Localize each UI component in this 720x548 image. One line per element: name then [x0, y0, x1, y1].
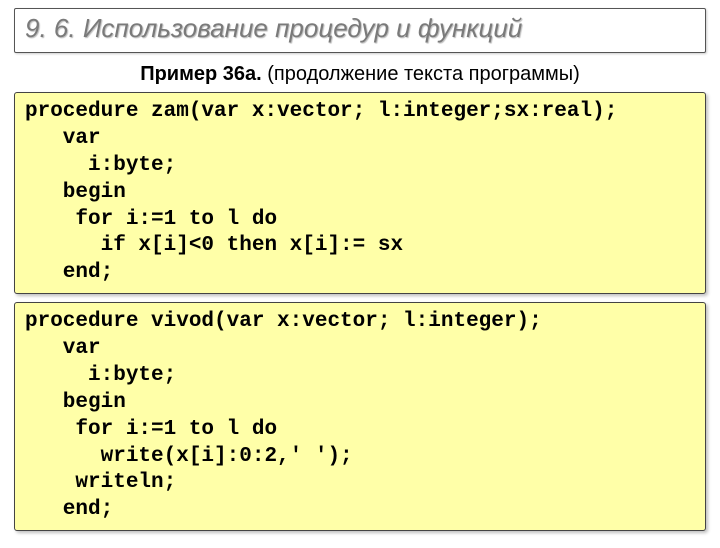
subtitle: Пример 36а. (продолжение текста программ… [0, 63, 720, 86]
page-title: 9. 6. Использование процедур и функций [25, 13, 695, 44]
header-box: 9. 6. Использование процедур и функций [14, 8, 706, 53]
code-block-2: procedure vivod(var x:vector; l:integer)… [14, 302, 706, 531]
subtitle-rest: (продолжение текста программы) [262, 63, 580, 85]
subtitle-bold: Пример 36а. [140, 63, 262, 85]
code-block-1: procedure zam(var x:vector; l:integer;sx… [14, 92, 706, 294]
